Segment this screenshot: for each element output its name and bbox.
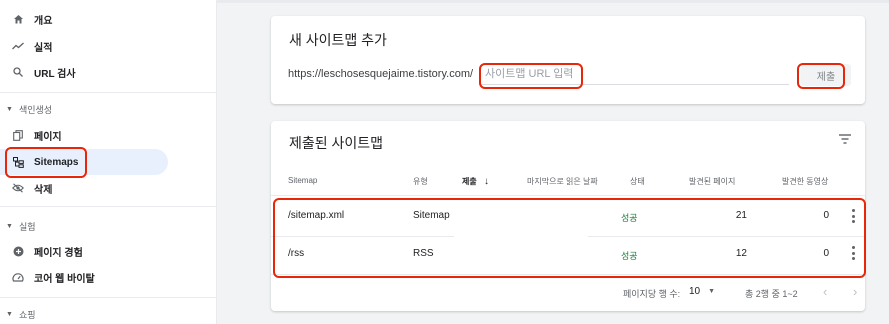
nav-core-web-vitals-label: 코어 웹 바이탈 xyxy=(34,273,95,285)
nav-url-inspection[interactable]: URL 검사 xyxy=(0,59,168,85)
column-videos[interactable]: 발견한 동영상 xyxy=(782,176,828,187)
column-sitemap[interactable]: Sitemap xyxy=(288,176,317,185)
sitemap-icon xyxy=(12,156,24,168)
column-pages[interactable]: 발견된 페이지 xyxy=(689,176,735,187)
column-submitted[interactable]: 제출 ↓ xyxy=(462,176,489,187)
nav-performance-label: 실적 xyxy=(34,42,53,54)
nav-performance[interactable]: 실적 xyxy=(0,33,168,59)
row-more-icon[interactable] xyxy=(851,246,855,260)
sitemap-url-input[interactable] xyxy=(481,64,789,85)
header-divider xyxy=(271,195,865,196)
row-status: 성공 xyxy=(621,213,638,223)
collapse-icon: ▼ xyxy=(6,311,13,318)
speed-icon xyxy=(12,271,24,283)
nav-overview-label: 개요 xyxy=(34,15,53,27)
filter-icon[interactable] xyxy=(838,133,852,145)
row-type: Sitemap xyxy=(413,210,450,221)
row-type: RSS xyxy=(413,248,434,259)
nav-overview[interactable]: 개요 xyxy=(0,6,168,32)
sidebar-divider xyxy=(0,206,216,207)
section-shopping-label: 쇼핑 xyxy=(18,310,36,320)
column-last-read[interactable]: 마지막으로 읽은 날짜 xyxy=(527,176,598,187)
nav-sitemaps-label: Sitemaps xyxy=(34,156,79,168)
sidebar-edge xyxy=(216,0,217,324)
sidebar-divider xyxy=(0,92,216,93)
column-type[interactable]: 유형 xyxy=(413,176,428,187)
row-videos: 0 xyxy=(823,210,829,221)
section-indexing-label: 색인생성 xyxy=(18,105,53,115)
site-url-prefix: https://leschosesquejaime.tistory.com/ xyxy=(288,68,474,80)
row-pages: 12 xyxy=(735,248,747,259)
collapse-icon: ▼ xyxy=(6,223,13,230)
row-status: 성공 xyxy=(621,251,638,261)
home-icon xyxy=(12,13,24,25)
nav-core-web-vitals[interactable]: 코어 웹 바이탈 xyxy=(0,264,168,290)
nav-pages[interactable]: 페이지 xyxy=(0,122,168,148)
section-indexing[interactable]: ▼ 색인생성 xyxy=(6,103,52,116)
row-divider xyxy=(588,236,865,237)
nav-page-experience-label: 페이지 경험 xyxy=(34,247,83,259)
submit-button[interactable]: 제출 xyxy=(801,64,851,86)
rows-per-page-label: 페이지당 행 수: xyxy=(623,289,681,299)
next-page-icon[interactable]: › xyxy=(853,284,857,299)
column-status[interactable]: 상태 xyxy=(630,176,645,187)
column-submitted-label: 제출 xyxy=(462,177,477,186)
add-sitemap-card: 새 사이트맵 추가 https://leschosesquejaime.tist… xyxy=(271,16,865,104)
row-videos: 0 xyxy=(823,248,829,259)
sidebar: 개요 실적 URL 검사 ▼ 색인생성 페이지 Sitemaps 삭제 ▼ 실험… xyxy=(0,0,216,324)
section-shopping[interactable]: ▼ 쇼핑 xyxy=(6,308,36,321)
nav-pages-label: 페이지 xyxy=(34,131,62,143)
trending-icon xyxy=(12,40,24,52)
pagination-range: 총 2행 중 1~2 xyxy=(745,289,798,299)
rows-per-page-value: 10 xyxy=(689,286,701,297)
add-circle-icon xyxy=(12,245,24,257)
prev-page-icon[interactable]: ‹ xyxy=(823,284,827,299)
section-experience-label: 실험 xyxy=(18,222,36,232)
nav-sitemaps[interactable]: Sitemaps xyxy=(0,149,168,175)
row-divider xyxy=(271,236,454,237)
row-more-icon[interactable] xyxy=(851,209,855,223)
nav-url-inspection-label: URL 검사 xyxy=(34,68,76,80)
row-sitemap[interactable]: /rss xyxy=(288,248,304,259)
row-pages: 21 xyxy=(735,210,747,221)
section-experience[interactable]: ▼ 실험 xyxy=(6,220,36,233)
submitted-sitemaps-title: 제출된 사이트맵 xyxy=(289,135,384,151)
dropdown-icon: ▼ xyxy=(708,288,716,295)
nav-removals-label: 삭제 xyxy=(34,184,53,196)
add-sitemap-title: 새 사이트맵 추가 xyxy=(289,32,387,48)
top-bar-edge xyxy=(217,0,889,3)
rows-per-page-select[interactable]: 10 ▼ xyxy=(689,286,715,297)
row-divider xyxy=(271,274,865,275)
nav-removals[interactable]: 삭제 xyxy=(0,175,168,201)
sort-arrow-down-icon: ↓ xyxy=(483,176,489,187)
search-icon xyxy=(12,66,24,78)
nav-page-experience[interactable]: 페이지 경험 xyxy=(0,238,168,264)
submitted-sitemaps-card: 제출된 사이트맵 Sitemap 유형 제출 ↓ 마지막으로 읽은 날짜 상태 … xyxy=(271,121,866,311)
collapse-icon: ▼ xyxy=(6,106,13,113)
highlight-sitemap-rows xyxy=(273,198,866,278)
row-sitemap[interactable]: /sitemap.xml xyxy=(288,210,344,221)
eye-off-icon xyxy=(12,182,24,194)
sidebar-divider xyxy=(0,297,216,298)
pages-icon xyxy=(12,129,24,141)
